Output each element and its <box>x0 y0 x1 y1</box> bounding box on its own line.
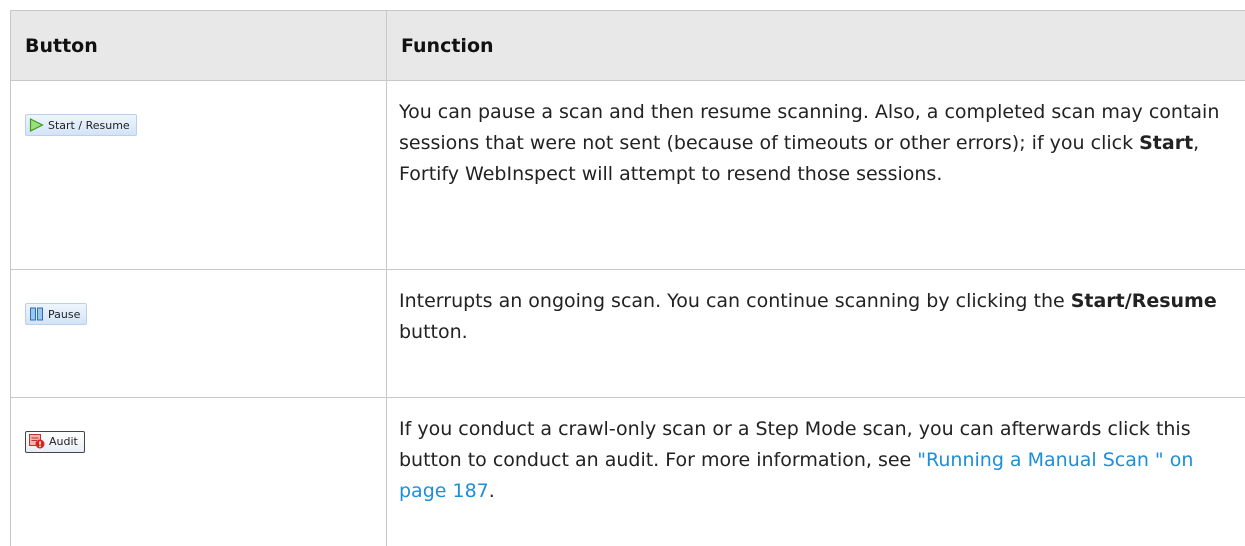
audit-description: If you conduct a crawl-only scan or a St… <box>387 398 1245 546</box>
audit-label: Audit <box>49 426 78 457</box>
table-row: Audit If you conduct a crawl-only scan o… <box>11 398 1245 546</box>
header-button: Button <box>11 11 387 81</box>
start-resume-button[interactable]: Start / Resume <box>25 114 137 136</box>
play-triangle-icon <box>29 118 44 132</box>
header-function: Function <box>387 11 1245 81</box>
pause-description: Interrupts an ongoing scan. You can cont… <box>387 270 1245 398</box>
pause-bars-icon <box>29 307 44 321</box>
table-header-row: Button Function <box>11 11 1245 81</box>
table-row: Start / Resume You can pause a scan and … <box>11 81 1245 270</box>
start-resume-emphasis: Start/Resume <box>1071 290 1217 312</box>
table-row: Pause Interrupts an ongoing scan. You ca… <box>11 270 1245 398</box>
pause-label: Pause <box>48 299 80 330</box>
audit-button[interactable]: Audit <box>25 431 85 453</box>
button-function-table: Button Function Start / Resume You can p… <box>10 10 1245 546</box>
start-emphasis: Start <box>1139 132 1193 154</box>
start-resume-label: Start / Resume <box>48 110 130 141</box>
audit-alert-icon <box>29 434 45 449</box>
start-resume-description: You can pause a scan and then resume sca… <box>387 81 1245 270</box>
pause-button[interactable]: Pause <box>25 303 87 325</box>
